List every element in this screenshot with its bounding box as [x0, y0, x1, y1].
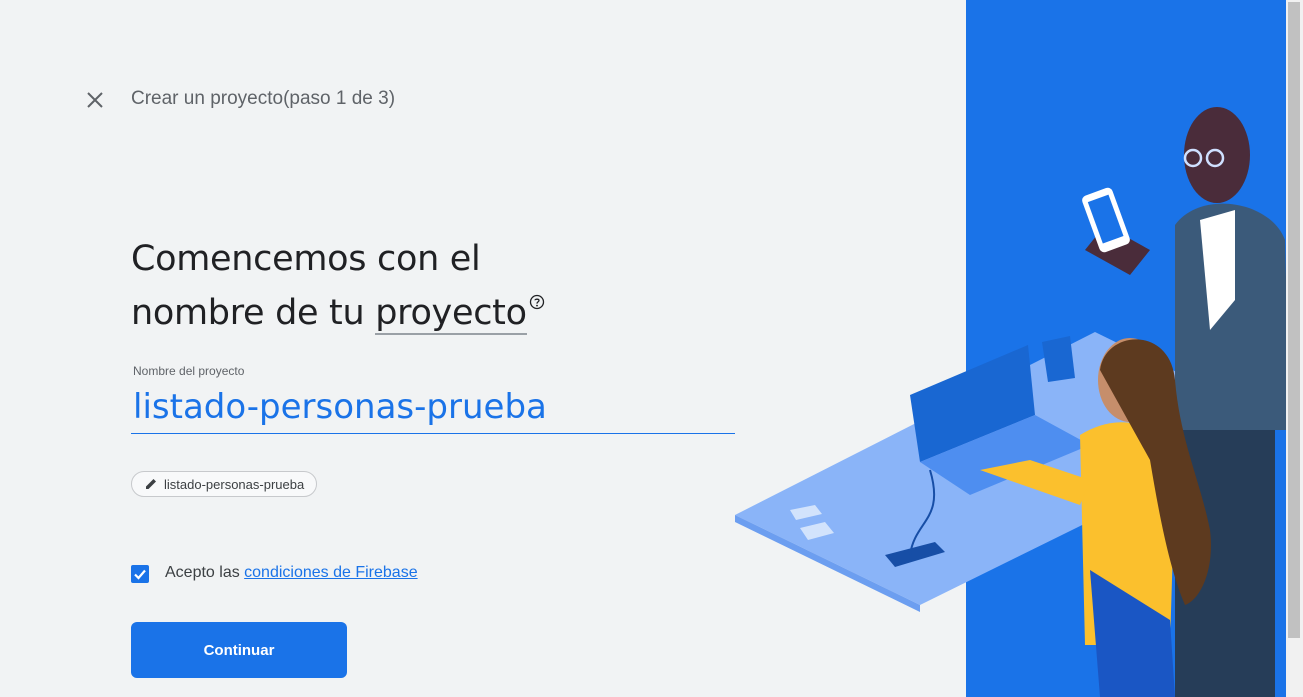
project-name-label: Nombre del proyecto: [133, 364, 245, 378]
pencil-icon: [146, 479, 156, 489]
project-name-input[interactable]: [131, 381, 735, 434]
terms-text: Acepto las condiciones de Firebase: [165, 564, 418, 582]
terms-link[interactable]: condiciones de Firebase: [244, 564, 417, 581]
check-icon: [134, 569, 146, 580]
page-heading: Comencemos con el nombre de tu proyecto: [131, 232, 545, 340]
scrollbar[interactable]: [1286, 0, 1303, 697]
heading-line-2: nombre de tu proyecto: [131, 286, 545, 340]
scrollbar-thumb[interactable]: [1288, 2, 1300, 638]
help-icon[interactable]: [529, 294, 545, 310]
terms-checkbox[interactable]: [131, 565, 149, 583]
terms-prefix: Acepto las: [165, 564, 245, 581]
heading-line-1: Comencemos con el: [131, 239, 481, 279]
step-title: Crear un proyecto(paso 1 de 3): [131, 88, 396, 109]
project-id-text: listado-personas-prueba: [164, 476, 305, 492]
close-button[interactable]: [82, 87, 108, 113]
project-id-chip[interactable]: listado-personas-prueba: [131, 471, 318, 497]
close-icon: [87, 92, 103, 108]
desk-illustration: [735, 107, 1290, 697]
project-info-link[interactable]: proyecto: [375, 293, 527, 335]
heading-prefix: nombre de tu: [131, 293, 376, 333]
continue-button[interactable]: Continuar: [131, 622, 347, 678]
man-head: [1184, 107, 1250, 203]
